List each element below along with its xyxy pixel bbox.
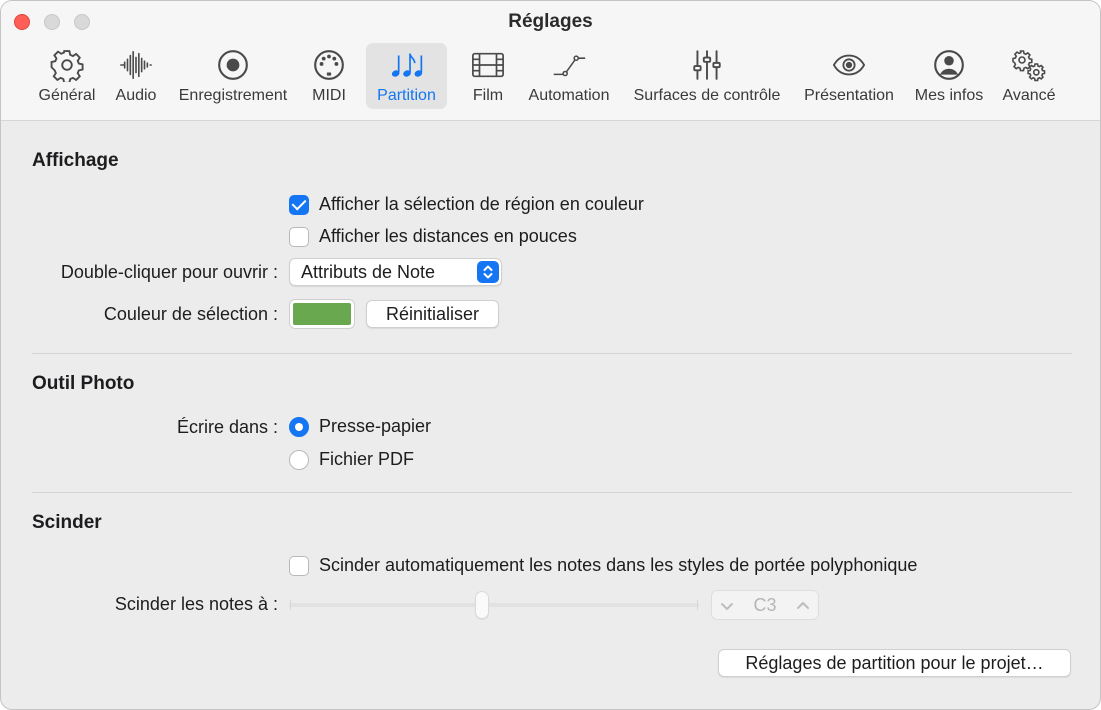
selection-color-well[interactable] bbox=[289, 299, 355, 329]
waveform-icon bbox=[116, 45, 156, 85]
slider-knob[interactable] bbox=[475, 591, 489, 619]
popup-value: Attributs de Note bbox=[301, 261, 436, 282]
preferences-window: Réglages Général Audio Enregistrement MI… bbox=[0, 0, 1101, 710]
tab-audio[interactable]: Audio bbox=[110, 43, 162, 109]
music-notes-icon bbox=[387, 45, 427, 85]
tab-label: Avancé bbox=[1002, 87, 1056, 104]
distances-inches-checkbox[interactable] bbox=[289, 226, 309, 247]
radio-label: Fichier PDF bbox=[319, 449, 415, 469]
slider-tick bbox=[697, 600, 698, 610]
slider-tick bbox=[290, 600, 291, 610]
window-toolbar: Réglages Général Audio Enregistrement MI… bbox=[1, 1, 1100, 121]
clipboard-option[interactable]: Presse-papier bbox=[289, 416, 431, 437]
tab-label: Enregistrement bbox=[178, 87, 288, 104]
film-icon bbox=[468, 45, 508, 85]
chevron-down-icon[interactable] bbox=[720, 595, 734, 616]
section-divider bbox=[32, 492, 1072, 493]
pdf-file-radio[interactable] bbox=[289, 449, 309, 470]
tab-midi[interactable]: MIDI bbox=[305, 43, 353, 109]
tab-label: MIDI bbox=[312, 87, 346, 104]
split-point-slider[interactable] bbox=[289, 590, 699, 620]
automation-curve-icon bbox=[549, 45, 589, 85]
tab-label: Général bbox=[38, 87, 96, 104]
midi-connector-icon bbox=[309, 45, 349, 85]
tab-label: Partition bbox=[377, 87, 436, 104]
gear-icon bbox=[47, 45, 87, 85]
auto-split-checkbox[interactable] bbox=[289, 555, 309, 576]
eye-icon bbox=[829, 45, 869, 85]
tab-label: Présentation bbox=[804, 87, 894, 104]
person-icon bbox=[929, 45, 969, 85]
tab-control-surfaces[interactable]: Surfaces de contrôle bbox=[625, 43, 789, 109]
section-title-photo-tool: Outil Photo bbox=[32, 373, 135, 394]
color-region-selection-checkbox[interactable] bbox=[289, 194, 309, 215]
tab-label: Automation bbox=[528, 87, 610, 104]
checkbox-label: Scinder automatiquement les notes dans l… bbox=[319, 555, 918, 575]
reset-color-button[interactable]: Réinitialiser bbox=[366, 300, 499, 328]
radio-label: Presse-papier bbox=[319, 416, 432, 436]
tab-display[interactable]: Présentation bbox=[799, 43, 899, 109]
split-note-stepper[interactable]: C3 bbox=[711, 590, 819, 620]
color-region-selection-option[interactable]: Afficher la sélection de région en coule… bbox=[289, 194, 644, 215]
score-settings-pane: Affichage Afficher la sélection de régio… bbox=[1, 122, 1100, 709]
pdf-file-option[interactable]: Fichier PDF bbox=[289, 449, 414, 470]
tab-score[interactable]: Partition bbox=[366, 43, 447, 109]
split-note-value: C3 bbox=[753, 594, 777, 615]
tab-label: Audio bbox=[115, 87, 157, 104]
checkbox-label: Afficher la sélection de région en coule… bbox=[319, 194, 644, 214]
selection-color-swatch bbox=[293, 303, 351, 325]
slider-track bbox=[289, 603, 699, 607]
record-icon bbox=[213, 45, 253, 85]
chevron-up-down-icon bbox=[477, 261, 499, 283]
tab-advanced[interactable]: Avancé bbox=[998, 43, 1060, 109]
tab-recording[interactable]: Enregistrement bbox=[173, 43, 293, 109]
tab-label: Surfaces de contrôle bbox=[633, 87, 781, 104]
project-score-settings-button[interactable]: Réglages de partition pour le projet… bbox=[718, 649, 1071, 677]
double-click-label: Double-cliquer pour ouvrir : bbox=[60, 262, 278, 282]
checkbox-label: Afficher les distances en pouces bbox=[319, 226, 577, 246]
section-title-split: Scinder bbox=[32, 512, 102, 533]
selection-color-label: Couleur de sélection : bbox=[103, 304, 278, 324]
distances-inches-option[interactable]: Afficher les distances en pouces bbox=[289, 226, 577, 247]
write-to-label: Écrire dans : bbox=[176, 417, 278, 437]
double-click-popup[interactable]: Attributs de Note bbox=[289, 258, 502, 286]
section-title-display: Affichage bbox=[32, 150, 119, 171]
tab-automation[interactable]: Automation bbox=[523, 43, 615, 109]
tab-general[interactable]: Général bbox=[33, 43, 101, 109]
tab-label: Film bbox=[472, 87, 504, 104]
window-title: Réglages bbox=[508, 11, 593, 32]
chevron-up-icon[interactable] bbox=[796, 595, 810, 616]
gears-icon bbox=[1009, 45, 1049, 85]
section-divider bbox=[32, 353, 1072, 354]
tab-film[interactable]: Film bbox=[463, 43, 513, 109]
tab-label: Mes infos bbox=[914, 87, 984, 104]
auto-split-option[interactable]: Scinder automatiquement les notes dans l… bbox=[289, 555, 917, 576]
tab-my-info[interactable]: Mes infos bbox=[909, 43, 989, 109]
sliders-icon bbox=[687, 45, 727, 85]
clipboard-radio[interactable] bbox=[289, 416, 309, 437]
split-at-label: Scinder les notes à : bbox=[114, 594, 278, 614]
